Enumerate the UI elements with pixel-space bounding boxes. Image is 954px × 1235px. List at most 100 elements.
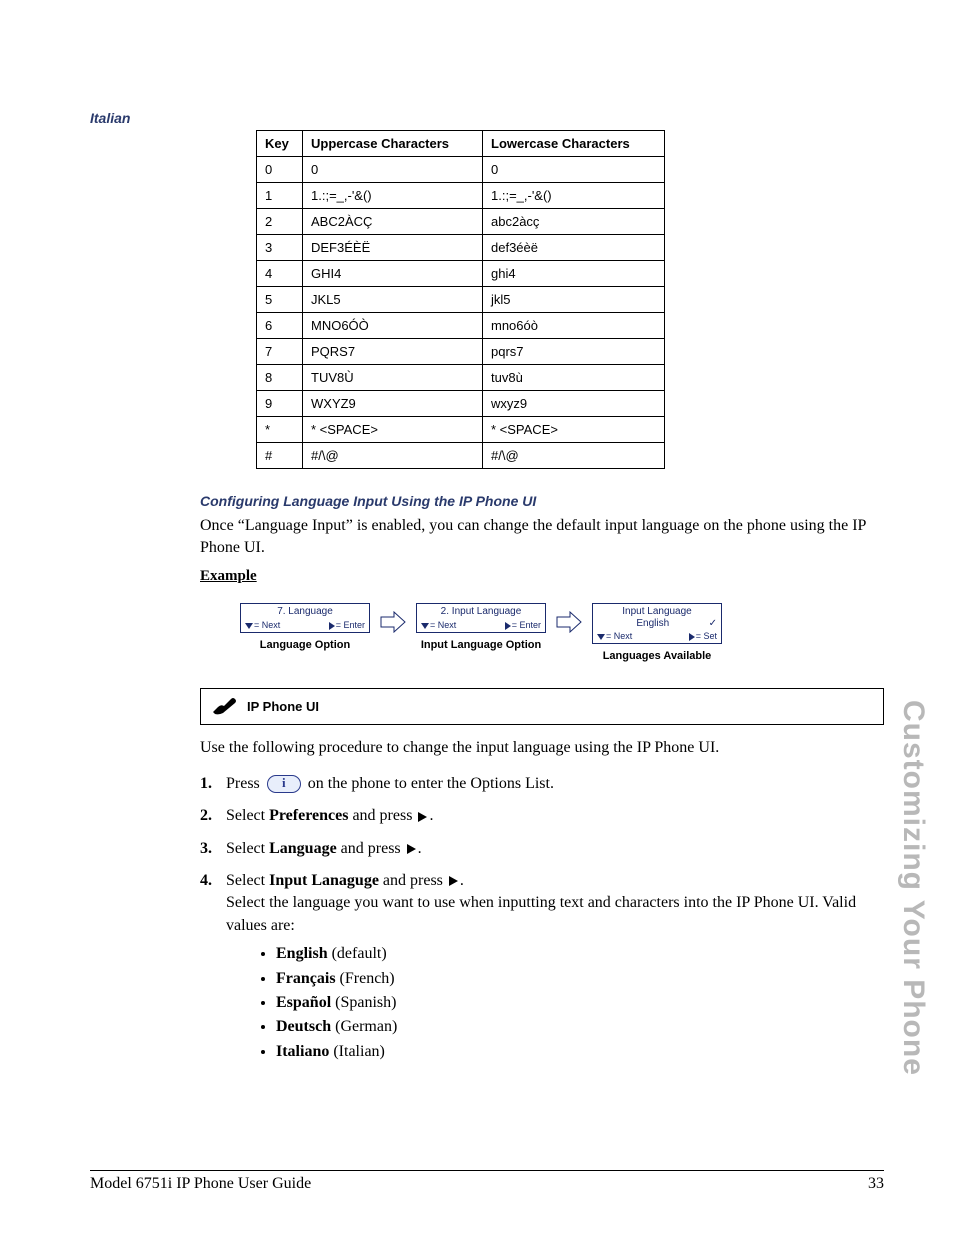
page-number: 33 — [868, 1175, 884, 1193]
th-upper: Uppercase Characters — [303, 131, 483, 157]
cell: 9 — [257, 391, 303, 417]
cell: JKL5 — [303, 287, 483, 313]
page-footer: Model 6751i IP Phone User Guide 33 — [90, 1170, 884, 1193]
bold-text: Language — [269, 840, 337, 857]
table-row: 6MNO6ÓÒmno6óò — [257, 313, 665, 339]
cell: * <SPACE> — [303, 417, 483, 443]
table-header-row: Key Uppercase Characters Lowercase Chara… — [257, 131, 665, 157]
down-icon — [421, 623, 429, 629]
screen-value: English — [636, 618, 669, 629]
softkey-right: = Set — [696, 631, 717, 641]
cell: GHI4 — [303, 261, 483, 287]
text: and press — [379, 872, 447, 889]
cell: 7 — [257, 339, 303, 365]
cell: 5 — [257, 287, 303, 313]
arrow-icon — [380, 611, 406, 633]
step-2: Select Preferences and press . — [200, 805, 884, 827]
cell: 2 — [257, 209, 303, 235]
cell: #/\@ — [303, 443, 483, 469]
down-icon — [597, 634, 605, 640]
text: on the phone to enter the Options List. — [304, 775, 554, 792]
screen-input-language: 2. Input Language = Next = Enter — [416, 603, 546, 633]
play-icon — [418, 812, 427, 822]
text: (French) — [336, 970, 395, 987]
cell: 1 — [257, 183, 303, 209]
cell: ghi4 — [483, 261, 665, 287]
procedure-steps: Press on the phone to enter the Options … — [200, 773, 884, 1063]
character-table: Key Uppercase Characters Lowercase Chara… — [256, 130, 665, 469]
example-screens: 7. Language = Next = Enter Language Opti… — [240, 603, 884, 662]
text: Press — [226, 775, 264, 792]
list-item: English (default) — [276, 943, 884, 965]
cell: 6 — [257, 313, 303, 339]
section-label: Italian — [90, 110, 130, 126]
right-icon — [329, 622, 335, 630]
procedure-intro: Use the following procedure to change th… — [200, 737, 884, 759]
th-key: Key — [257, 131, 303, 157]
bold-text: Deutsch — [276, 1018, 331, 1035]
text: Select the language you want to use when… — [226, 894, 856, 933]
table-row: 4GHI4ghi4 — [257, 261, 665, 287]
table-row: 2ABC2ÀCÇabc2àcç — [257, 209, 665, 235]
softkey-left: = Next — [430, 620, 456, 630]
down-icon — [245, 623, 253, 629]
softkey-right: = Enter — [512, 620, 541, 630]
cell: 0 — [483, 157, 665, 183]
screen-title: 2. Input Language — [421, 606, 541, 618]
language-list: English (default) Français (French) Espa… — [276, 943, 884, 1063]
info-button-icon — [267, 775, 301, 793]
cell: def3éèë — [483, 235, 665, 261]
cell: 0 — [257, 157, 303, 183]
cell: 0 — [303, 157, 483, 183]
play-icon — [449, 876, 458, 886]
arrow-icon — [556, 611, 582, 633]
table-row: ** <SPACE>* <SPACE> — [257, 417, 665, 443]
screen-languages-available: Input Language English✓ = Next = Set — [592, 603, 722, 644]
cell: 1.:;=_,-'&() — [483, 183, 665, 209]
config-intro: Once “Language Input” is enabled, you ca… — [200, 515, 884, 558]
table-row: 000 — [257, 157, 665, 183]
list-item: Deutsch (German) — [276, 1016, 884, 1038]
text: Select — [226, 872, 269, 889]
list-item: Italiano (Italian) — [276, 1041, 884, 1063]
cell: DEF3ÉÈË — [303, 235, 483, 261]
cell: TUV8Ù — [303, 365, 483, 391]
screen-title: Input Language — [597, 606, 717, 618]
text: (default) — [328, 945, 387, 962]
cell: wxyz9 — [483, 391, 665, 417]
bold-text: English — [276, 945, 328, 962]
table-row: 11.:;=_,-'&()1.:;=_,-'&() — [257, 183, 665, 209]
list-item: Français (French) — [276, 968, 884, 990]
screen-caption: Language Option — [260, 639, 350, 651]
cell: MNO6ÓÒ — [303, 313, 483, 339]
bold-text: Español — [276, 994, 331, 1011]
example-label: Example — [200, 568, 884, 585]
main-column: Key Uppercase Characters Lowercase Chara… — [200, 130, 884, 1063]
footer-title: Model 6751i IP Phone User Guide — [90, 1175, 311, 1193]
table-row: 7PQRS7pqrs7 — [257, 339, 665, 365]
text: (Spanish) — [331, 994, 396, 1011]
step-1: Press on the phone to enter the Options … — [200, 773, 884, 795]
table-row: ##/\@#/\@ — [257, 443, 665, 469]
softkey-left: = Next — [606, 631, 632, 641]
cell: # — [257, 443, 303, 469]
cell: jkl5 — [483, 287, 665, 313]
text: Select — [226, 807, 269, 824]
cell: abc2àcç — [483, 209, 665, 235]
bold-text: Italiano — [276, 1043, 329, 1060]
screen-caption: Languages Available — [603, 650, 712, 662]
table-row: 5JKL5jkl5 — [257, 287, 665, 313]
cell: tuv8ù — [483, 365, 665, 391]
cell: 3 — [257, 235, 303, 261]
cell: #/\@ — [483, 443, 665, 469]
cell: 8 — [257, 365, 303, 391]
procedure-box: IP Phone UI — [200, 688, 884, 725]
right-icon — [689, 633, 695, 641]
text: and press — [348, 807, 416, 824]
th-lower: Lowercase Characters — [483, 131, 665, 157]
screen-caption: Input Language Option — [421, 639, 541, 651]
cell: pqrs7 — [483, 339, 665, 365]
bold-text: Preferences — [269, 807, 348, 824]
screen-title: 7. Language — [245, 606, 365, 618]
cell: * <SPACE> — [483, 417, 665, 443]
